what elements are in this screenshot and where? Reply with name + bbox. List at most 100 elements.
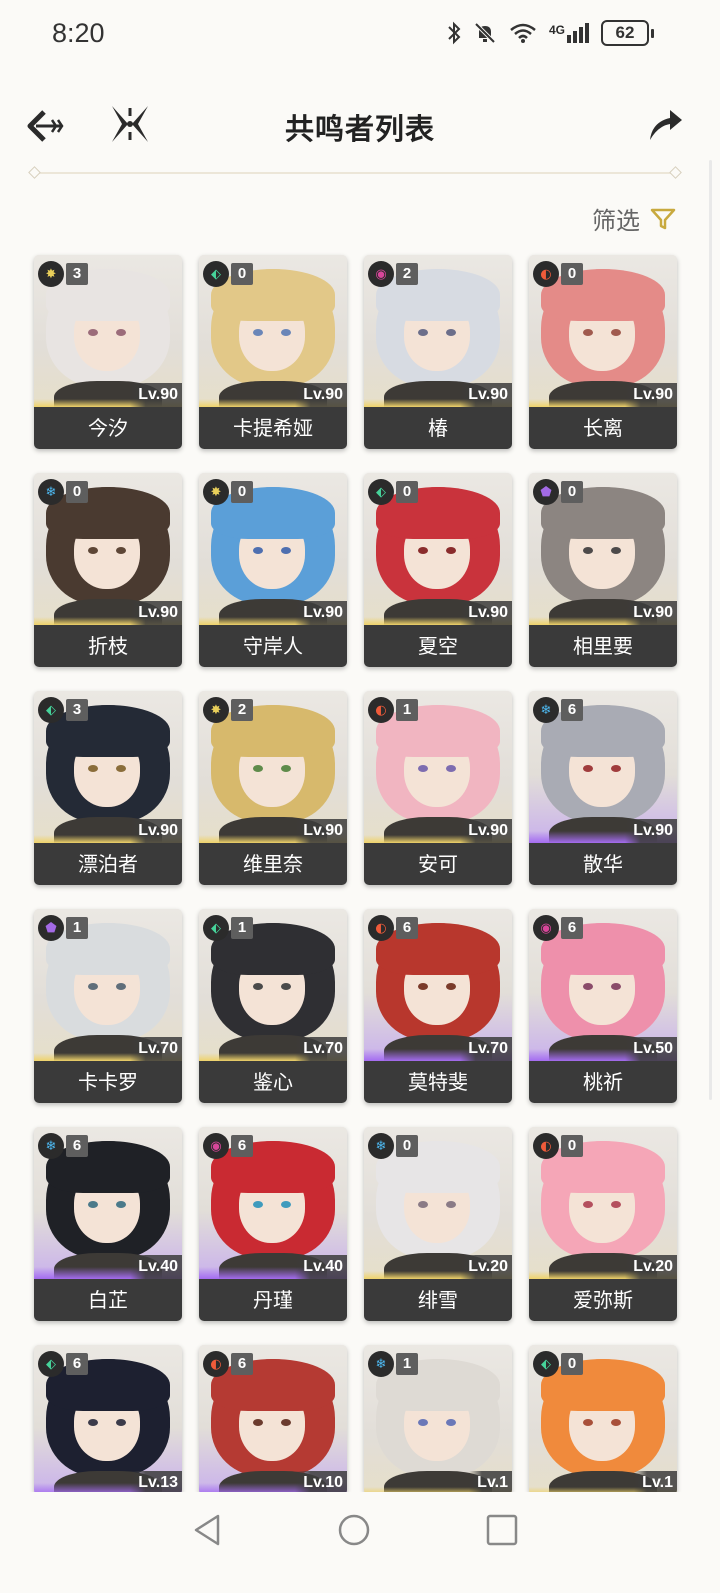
level-label: Lv.90 <box>295 383 347 407</box>
glacio-element-icon: ❄ <box>38 1133 64 1159</box>
character-name: 守岸人 <box>199 625 347 667</box>
level-label: Lv.90 <box>130 819 182 843</box>
character-card[interactable]: ❄ 6 Lv.40 白芷 <box>34 1127 182 1321</box>
character-name: 散华 <box>529 843 677 885</box>
character-card[interactable]: ◉ 6 Lv.50 桃祈 <box>529 909 677 1103</box>
character-card[interactable]: ◐ 0 Lv.20 爱弥斯 <box>529 1127 677 1321</box>
constellation-badge: 0 <box>231 263 253 285</box>
level-label: Lv.40 <box>130 1255 182 1279</box>
character-card[interactable]: ✸ 2 Lv.90 维里奈 <box>199 691 347 885</box>
battery-icon: 62 <box>601 20 654 46</box>
nav-back-icon[interactable] <box>190 1512 226 1548</box>
wifi-icon <box>510 23 536 43</box>
signal-icon: 4G <box>549 23 589 43</box>
battery-level: 62 <box>601 20 649 46</box>
header: 共鸣者列表 <box>0 90 720 160</box>
constellation-badge: 0 <box>231 481 253 503</box>
character-name: 今汐 <box>34 407 182 449</box>
level-label: Lv.70 <box>295 1037 347 1061</box>
constellation-badge: 0 <box>396 481 418 503</box>
level-label: Lv.90 <box>295 601 347 625</box>
character-card[interactable]: ❄ 1 Lv.1 <box>364 1345 512 1495</box>
character-card[interactable]: ❄ 0 Lv.90 折枝 <box>34 473 182 667</box>
character-card[interactable]: ❄ 6 Lv.90 散华 <box>529 691 677 885</box>
level-label: Lv.20 <box>460 1255 512 1279</box>
spectro-element-icon: ✸ <box>203 479 229 505</box>
character-card[interactable]: ❄ 0 Lv.20 绯雪 <box>364 1127 512 1321</box>
level-label: Lv.90 <box>295 819 347 843</box>
havoc-element-icon: ◉ <box>368 261 394 287</box>
level-label: Lv.50 <box>625 1037 677 1061</box>
havoc-element-icon: ◉ <box>203 1133 229 1159</box>
glacio-element-icon: ❄ <box>38 479 64 505</box>
character-name: 椿 <box>364 407 512 449</box>
character-card[interactable]: ◐ 1 Lv.90 安可 <box>364 691 512 885</box>
character-card[interactable]: ⬖ 6 Lv.13 <box>34 1345 182 1495</box>
constellation-badge: 0 <box>561 263 583 285</box>
character-card[interactable]: ◐ 0 Lv.90 长离 <box>529 255 677 449</box>
character-card[interactable]: ◉ 2 Lv.90 椿 <box>364 255 512 449</box>
level-label: Lv.90 <box>130 383 182 407</box>
level-label: Lv.90 <box>460 601 512 625</box>
character-card[interactable]: ✸ 3 Lv.90 今汐 <box>34 255 182 449</box>
constellation-badge: 1 <box>231 917 253 939</box>
character-name: 绯雪 <box>364 1279 512 1321</box>
character-card[interactable]: ⬟ 0 Lv.90 相里要 <box>529 473 677 667</box>
constellation-badge: 6 <box>561 699 583 721</box>
character-card[interactable]: ⬖ 0 Lv.1 <box>529 1345 677 1495</box>
character-card[interactable]: ⬟ 1 Lv.70 卡卡罗 <box>34 909 182 1103</box>
aero-element-icon: ⬖ <box>533 1351 559 1377</box>
level-label: Lv.90 <box>625 819 677 843</box>
character-name: 鉴心 <box>199 1061 347 1103</box>
constellation-badge: 1 <box>66 917 88 939</box>
character-name: 漂泊者 <box>34 843 182 885</box>
constellation-badge: 0 <box>561 1135 583 1157</box>
constellation-badge: 6 <box>66 1135 88 1157</box>
character-name: 丹瑾 <box>199 1279 347 1321</box>
electro-element-icon: ⬟ <box>533 479 559 505</box>
character-name: 卡提希娅 <box>199 407 347 449</box>
level-label: Lv.90 <box>130 601 182 625</box>
scrollbar[interactable] <box>709 160 712 1100</box>
constellation-badge: 1 <box>396 1353 418 1375</box>
level-label: Lv.90 <box>460 383 512 407</box>
character-card[interactable]: ✸ 0 Lv.90 守岸人 <box>199 473 347 667</box>
aero-element-icon: ⬖ <box>38 1351 64 1377</box>
mute-icon <box>474 22 496 44</box>
character-name: 折枝 <box>34 625 182 667</box>
character-card[interactable]: ⬖ 0 Lv.90 夏空 <box>364 473 512 667</box>
share-icon[interactable] <box>646 106 684 144</box>
character-card[interactable]: ⬖ 3 Lv.90 漂泊者 <box>34 691 182 885</box>
character-card[interactable]: ◉ 6 Lv.40 丹瑾 <box>199 1127 347 1321</box>
nav-home-icon[interactable] <box>336 1512 372 1548</box>
electro-element-icon: ⬟ <box>38 915 64 941</box>
constellation-badge: 6 <box>561 917 583 939</box>
header-divider <box>34 172 676 174</box>
status-icons: 4G 62 <box>447 20 654 46</box>
filter-button[interactable]: 筛选 <box>592 201 676 236</box>
character-card[interactable]: ◐ 6 Lv.70 莫特斐 <box>364 909 512 1103</box>
character-name: 爱弥斯 <box>529 1279 677 1321</box>
navigation-bar <box>0 1500 720 1560</box>
level-label: Lv.90 <box>460 819 512 843</box>
level-label: Lv.90 <box>625 383 677 407</box>
character-name: 安可 <box>364 843 512 885</box>
level-label: Lv.90 <box>625 601 677 625</box>
character-card[interactable]: ◐ 6 Lv.10 <box>199 1345 347 1495</box>
spectro-element-icon: ✸ <box>203 697 229 723</box>
nav-recents-icon[interactable] <box>484 1512 520 1548</box>
character-name: 卡卡罗 <box>34 1061 182 1103</box>
constellation-badge: 2 <box>231 699 253 721</box>
status-time: 8:20 <box>52 18 105 48</box>
character-card[interactable]: ⬖ 0 Lv.90 卡提希娅 <box>199 255 347 449</box>
aero-element-icon: ⬖ <box>38 697 64 723</box>
constellation-badge: 0 <box>561 481 583 503</box>
constellation-badge: 6 <box>231 1135 253 1157</box>
fusion-element-icon: ◐ <box>368 697 394 723</box>
character-name: 桃祈 <box>529 1061 677 1103</box>
character-card[interactable]: ⬖ 1 Lv.70 鉴心 <box>199 909 347 1103</box>
constellation-badge: 6 <box>66 1353 88 1375</box>
character-name: 夏空 <box>364 625 512 667</box>
constellation-badge: 3 <box>66 263 88 285</box>
havoc-element-icon: ◉ <box>533 915 559 941</box>
